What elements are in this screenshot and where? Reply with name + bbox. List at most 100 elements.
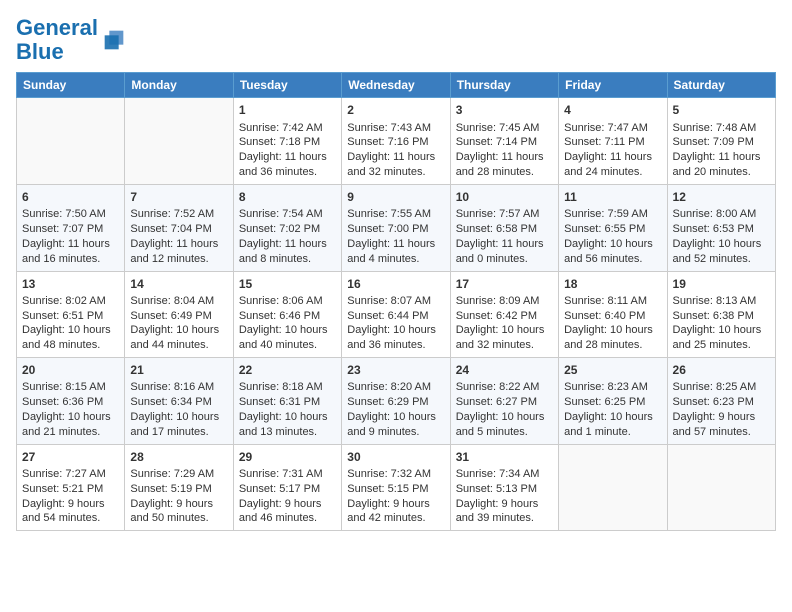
- calendar-cell: 16Sunrise: 8:07 AMSunset: 6:44 PMDayligh…: [342, 271, 450, 358]
- cell-content: Daylight: 11 hours and 28 minutes.: [456, 150, 553, 180]
- calendar-cell: 12Sunrise: 8:00 AMSunset: 6:53 PMDayligh…: [667, 184, 775, 271]
- logo-icon: [100, 26, 128, 54]
- calendar-cell: 7Sunrise: 7:52 AMSunset: 7:04 PMDaylight…: [125, 184, 233, 271]
- day-number: 15: [239, 276, 336, 292]
- cell-content: Sunrise: 7:42 AM: [239, 121, 336, 136]
- calendar-week-row: 27 Sunrise: 7:27 AMSunset: 5:21 PM Dayligh…: [17, 444, 776, 531]
- day-number: 5: [673, 102, 770, 118]
- page-header: General Blue: [16, 16, 776, 64]
- cell-content: Daylight: 10 hours and 32 minutes.: [456, 323, 553, 353]
- calendar-cell: 23Sunrise: 8:20 AMSunset: 6:29 PMDayligh…: [342, 358, 450, 445]
- calendar-table: SundayMondayTuesdayWednesdayThursdayFrid…: [16, 72, 776, 531]
- cell-content: Sunset: 7:04 PM: [130, 222, 227, 237]
- cell-content: Sunrise: 7:27 AM: [22, 467, 119, 482]
- calendar-cell: 19Sunrise: 8:13 AMSunset: 6:38 PMDayligh…: [667, 271, 775, 358]
- day-number: 4: [564, 102, 661, 118]
- day-number: 7: [130, 189, 227, 205]
- calendar-cell: 10Sunrise: 7:57 AMSunset: 6:58 PMDayligh…: [450, 184, 558, 271]
- cell-content: Sunset: 6:49 PM: [130, 309, 227, 324]
- cell-content: Sunrise: 8:11 AM: [564, 294, 661, 309]
- calendar-cell: [17, 98, 125, 185]
- cell-content: Sunset: 5:17 PM: [239, 482, 336, 497]
- cell-content: Sunrise: 8:23 AM: [564, 380, 661, 395]
- day-number: 27: [22, 449, 119, 465]
- cell-content: Sunset: 6:27 PM: [456, 395, 553, 410]
- day-number: 21: [130, 362, 227, 378]
- day-number: 1: [239, 102, 336, 118]
- calendar-cell: 18 Sunrise: 8:11 AMSunset: 6:40 PMDayligh…: [559, 271, 667, 358]
- day-number: 22: [239, 362, 336, 378]
- calendar-cell: 8Sunrise: 7:54 AMSunset: 7:02 PMDaylight…: [233, 184, 341, 271]
- cell-content: Daylight: 10 hours and 1 minute.: [564, 410, 661, 440]
- day-number: 16: [347, 276, 444, 292]
- calendar-cell: 3Sunrise: 7:45 AMSunset: 7:14 PMDaylight…: [450, 98, 558, 185]
- cell-content: Sunset: 6:25 PM: [564, 395, 661, 410]
- calendar-cell: 9Sunrise: 7:55 AMSunset: 7:00 PMDaylight…: [342, 184, 450, 271]
- cell-content: Sunrise: 7:52 AM: [130, 207, 227, 222]
- calendar-cell: 21 Sunrise: 8:16 AMSunset: 6:34 PMDayligh…: [125, 358, 233, 445]
- cell-content: Daylight: 10 hours and 17 minutes.: [130, 410, 227, 440]
- cell-content: Sunset: 6:46 PM: [239, 309, 336, 324]
- calendar-cell: 22Sunrise: 8:18 AMSunset: 6:31 PMDayligh…: [233, 358, 341, 445]
- cell-content: Daylight: 11 hours and 0 minutes.: [456, 237, 553, 267]
- day-number: 3: [456, 102, 553, 118]
- day-number: 11: [564, 189, 661, 205]
- calendar-cell: 1Sunrise: 7:42 AMSunset: 7:18 PMDaylight…: [233, 98, 341, 185]
- cell-content: Sunset: 5:21 PM: [22, 482, 119, 497]
- cell-content: Sunset: 6:42 PM: [456, 309, 553, 324]
- day-number: 29: [239, 449, 336, 465]
- cell-content: Sunrise: 8:25 AM: [673, 380, 770, 395]
- day-number: 14: [130, 276, 227, 292]
- cell-content: Sunrise: 8:00 AM: [673, 207, 770, 222]
- calendar-cell: 28Sunrise: 7:29 AMSunset: 5:19 PMDayligh…: [125, 444, 233, 531]
- cell-content: Sunrise: 7:32 AM: [347, 467, 444, 482]
- calendar-body: 1 Sunrise: 7:42 AMSunset: 7:18 PM Daylight…: [17, 98, 776, 531]
- day-header: Tuesday: [233, 73, 341, 98]
- cell-content: Sunset: 6:34 PM: [130, 395, 227, 410]
- cell-content: Sunrise: 7:48 AM: [673, 121, 770, 136]
- calendar-cell: 24Sunrise: 8:22 AMSunset: 6:27 PMDayligh…: [450, 358, 558, 445]
- cell-content: Sunrise: 8:18 AM: [239, 380, 336, 395]
- cell-content: Daylight: 10 hours and 36 minutes.: [347, 323, 444, 353]
- cell-content: Sunrise: 7:34 AM: [456, 467, 553, 482]
- cell-content: Sunrise: 8:20 AM: [347, 380, 444, 395]
- cell-content: Sunrise: 8:22 AM: [456, 380, 553, 395]
- cell-content: Sunset: 7:11 PM: [564, 135, 661, 150]
- cell-content: Sunset: 7:07 PM: [22, 222, 119, 237]
- cell-content: Sunset: 6:40 PM: [564, 309, 661, 324]
- cell-content: Sunrise: 7:50 AM: [22, 207, 119, 222]
- cell-content: Sunrise: 7:29 AM: [130, 467, 227, 482]
- cell-content: Daylight: 9 hours and 50 minutes.: [130, 497, 227, 527]
- cell-content: Daylight: 10 hours and 28 minutes.: [564, 323, 661, 353]
- day-number: 24: [456, 362, 553, 378]
- cell-content: Sunrise: 8:02 AM: [22, 294, 119, 309]
- cell-content: Sunset: 6:55 PM: [564, 222, 661, 237]
- cell-content: Sunrise: 7:54 AM: [239, 207, 336, 222]
- logo-text: General Blue: [16, 16, 98, 64]
- day-number: 12: [673, 189, 770, 205]
- calendar-cell: 5Sunrise: 7:48 AMSunset: 7:09 PMDaylight…: [667, 98, 775, 185]
- cell-content: Daylight: 9 hours and 57 minutes.: [673, 410, 770, 440]
- cell-content: Sunrise: 8:07 AM: [347, 294, 444, 309]
- calendar-cell: 11Sunrise: 7:59 AMSunset: 6:55 PMDayligh…: [559, 184, 667, 271]
- calendar-week-row: 6 Sunrise: 7:50 AMSunset: 7:07 PM Daylight…: [17, 184, 776, 271]
- cell-content: Sunset: 6:38 PM: [673, 309, 770, 324]
- cell-content: Sunrise: 8:04 AM: [130, 294, 227, 309]
- cell-content: Daylight: 10 hours and 52 minutes.: [673, 237, 770, 267]
- cell-content: Sunset: 7:18 PM: [239, 135, 336, 150]
- cell-content: Sunrise: 7:47 AM: [564, 121, 661, 136]
- cell-content: Sunrise: 8:15 AM: [22, 380, 119, 395]
- day-number: 30: [347, 449, 444, 465]
- day-header: Friday: [559, 73, 667, 98]
- cell-content: Sunrise: 8:13 AM: [673, 294, 770, 309]
- cell-content: Daylight: 10 hours and 44 minutes.: [130, 323, 227, 353]
- day-number: 18: [564, 276, 661, 292]
- cell-content: Sunrise: 8:16 AM: [130, 380, 227, 395]
- cell-content: Sunrise: 7:57 AM: [456, 207, 553, 222]
- calendar-cell: 29Sunrise: 7:31 AMSunset: 5:17 PMDayligh…: [233, 444, 341, 531]
- day-number: 17: [456, 276, 553, 292]
- calendar-cell: 14 Sunrise: 8:04 AMSunset: 6:49 PMDayligh…: [125, 271, 233, 358]
- day-number: 6: [22, 189, 119, 205]
- cell-content: Sunset: 7:14 PM: [456, 135, 553, 150]
- calendar-cell: [125, 98, 233, 185]
